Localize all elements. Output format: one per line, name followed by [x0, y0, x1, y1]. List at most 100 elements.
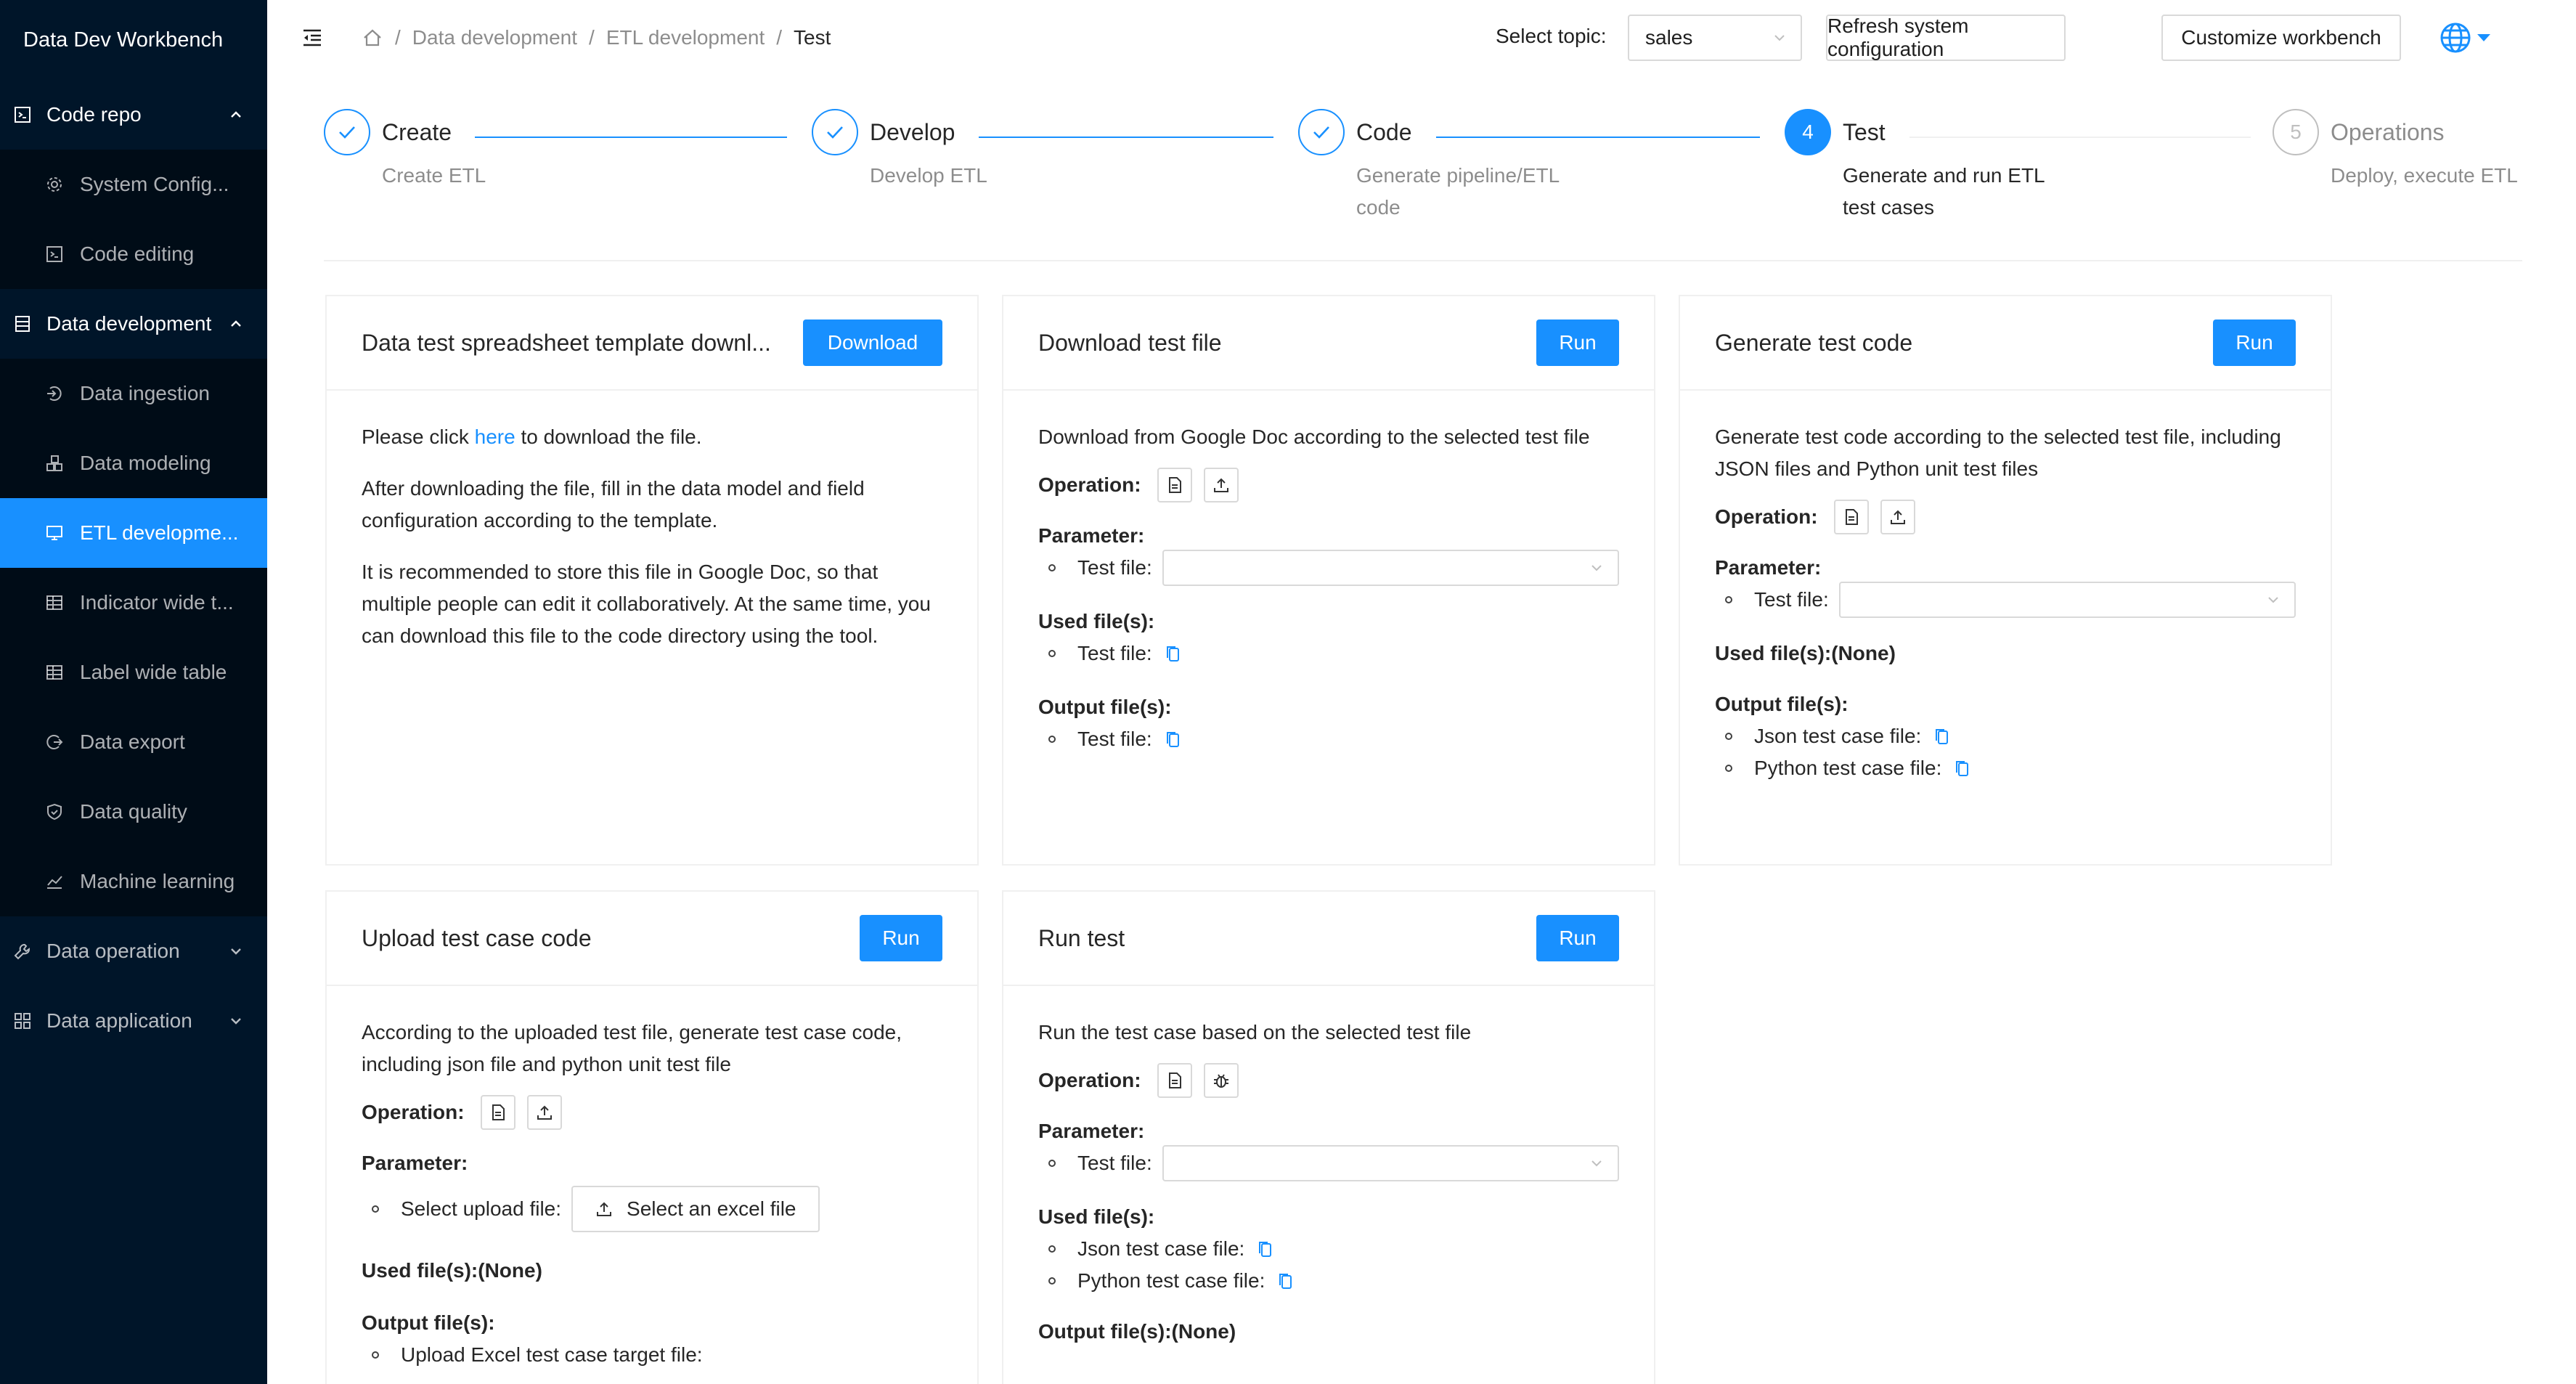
menu-group-data-operation[interactable]: Data operation — [0, 916, 267, 986]
upload-button[interactable] — [1880, 500, 1915, 534]
menu-group-code-repo[interactable]: Code repo — [0, 80, 267, 150]
card-header: Generate test code Run — [1680, 296, 2331, 391]
card-description: According to the uploaded test file, gen… — [362, 1021, 902, 1075]
copy-icon[interactable] — [1256, 1240, 1275, 1258]
operation-row: Operation: — [362, 1095, 942, 1130]
topic-label: Select topic: — [1496, 25, 1607, 47]
parameter-label: Parameter: — [1038, 1120, 1145, 1142]
code-icon — [15, 107, 30, 123]
copy-icon[interactable] — [1164, 644, 1183, 663]
home-icon[interactable] — [362, 27, 383, 49]
parameter-label: Parameter: — [362, 1152, 468, 1174]
step-title: Develop — [870, 119, 955, 145]
sidebar-item-code-editing[interactable]: Code editing — [0, 219, 267, 289]
sidebar-item-machine-learning[interactable]: Machine learning — [0, 847, 267, 916]
menu-group-data-application[interactable]: Data application — [0, 986, 267, 1056]
sidebar-item-label-wide-table[interactable]: Label wide table — [0, 638, 267, 707]
run-button[interactable]: Run — [1536, 915, 1619, 961]
used-file-label: Python test case file: — [1077, 1269, 1265, 1292]
customize-workbench-button[interactable]: Customize workbench — [2161, 15, 2401, 61]
file-view-button[interactable] — [1157, 468, 1192, 502]
sidebar-item-data-modeling[interactable]: Data modeling — [0, 428, 267, 498]
chevron-up-icon — [231, 111, 241, 118]
used-files-label: Used file(s): — [1038, 1205, 1155, 1228]
used-file-label: Json test case file: — [1077, 1237, 1245, 1260]
card-download-test-file: Download test file Run Download from Goo… — [1002, 295, 1655, 866]
file-icon — [1168, 1072, 1181, 1088]
card-body: Run the test case based on the selected … — [1003, 986, 1654, 1348]
topic-select[interactable]: sales — [1628, 15, 1802, 61]
chevron-down-icon — [231, 1018, 241, 1025]
sidebar-item-system-config[interactable]: System Config... — [0, 150, 267, 219]
run-button[interactable]: Run — [1536, 319, 1619, 366]
used-file-label: Test file: — [1077, 642, 1152, 664]
operation-row: Operation: — [1715, 500, 2296, 534]
output-file-label: Test file: — [1077, 728, 1152, 750]
card-run-test: Run test Run Run the test case based on … — [1002, 890, 1655, 1384]
sidebar-item-label: System Config... — [80, 173, 229, 195]
sidebar-item-label: ETL developme... — [80, 521, 239, 544]
menu-group-data-development[interactable]: Data development — [0, 289, 267, 359]
output-files-label: Output file(s): — [362, 1311, 495, 1334]
upload-button[interactable] — [526, 1095, 562, 1130]
globe-icon[interactable] — [2438, 20, 2473, 55]
app-title: Data Dev Workbench — [23, 28, 224, 52]
database-icon — [15, 316, 30, 332]
run-button[interactable]: Run — [2213, 319, 2296, 366]
sidebar-item-indicator-wide-table[interactable]: Indicator wide t... — [0, 568, 267, 638]
upload-icon — [537, 1105, 552, 1120]
sidebar-item-data-quality[interactable]: Data quality — [0, 777, 267, 847]
output-files-label: Output file(s):(None) — [1038, 1320, 1236, 1343]
check-icon — [827, 126, 843, 139]
export-icon — [46, 735, 63, 749]
test-file-select[interactable] — [1838, 582, 2296, 618]
output-files-label: Output file(s): — [1715, 693, 1849, 715]
caret-down-icon[interactable] — [2476, 32, 2492, 44]
instruction-text: Please click here to download the file. — [362, 426, 702, 448]
copy-icon[interactable] — [1276, 1271, 1295, 1290]
sidebar-item-data-ingestion[interactable]: Data ingestion — [0, 359, 267, 428]
card-title: Upload test case code — [362, 924, 592, 951]
card-description: Run the test case based on the selected … — [1038, 1021, 1472, 1043]
check-icon — [1313, 126, 1329, 139]
breadcrumb-item[interactable]: ETL development — [606, 26, 765, 49]
sidebar-item-data-export[interactable]: Data export — [0, 707, 267, 777]
menu-fold-icon[interactable] — [301, 26, 324, 49]
test-file-select[interactable] — [1162, 1145, 1619, 1181]
copy-icon[interactable] — [1164, 730, 1183, 749]
line-chart-icon — [47, 876, 62, 889]
refresh-config-button[interactable]: Refresh system configuration — [1826, 15, 2066, 61]
copy-icon[interactable] — [1953, 759, 1972, 778]
card-header: Data test spreadsheet template downl... … — [327, 296, 977, 391]
upload-icon — [1213, 478, 1228, 492]
breadcrumb-current: Test — [794, 26, 831, 49]
download-button[interactable]: Download — [803, 319, 942, 366]
file-view-button[interactable] — [480, 1095, 515, 1130]
chevron-down-icon — [2268, 597, 2278, 603]
select-excel-file-button[interactable]: Select an excel file — [571, 1186, 820, 1232]
upload-button[interactable] — [1203, 468, 1239, 502]
operation-label: Operation: — [362, 1101, 465, 1123]
step-connector — [979, 137, 1273, 138]
used-file-row: Json test case file: — [1038, 1233, 1619, 1265]
file-view-button[interactable] — [1157, 1063, 1192, 1098]
table-icon — [46, 665, 62, 680]
here-link[interactable]: here — [475, 426, 515, 448]
sidebar-item-etl-development[interactable]: ETL developme... — [0, 498, 267, 568]
test-file-label: Test file: — [1754, 588, 1829, 611]
copy-icon[interactable] — [1933, 727, 1952, 746]
used-file-row: Test file: — [1038, 638, 1619, 669]
file-view-button[interactable] — [1833, 500, 1869, 534]
run-button[interactable]: Run — [860, 915, 942, 961]
check-icon — [339, 126, 355, 139]
menu-group-label: Data development — [46, 312, 212, 335]
test-file-select[interactable] — [1162, 550, 1619, 586]
parameter-row: Test file: — [1038, 1145, 1619, 1181]
step-icon — [812, 109, 858, 155]
test-file-label: Test file: — [1077, 1152, 1152, 1174]
sidebar-item-label: Indicator wide t... — [80, 591, 234, 614]
step-icon — [1298, 109, 1345, 155]
debug-button[interactable] — [1203, 1063, 1239, 1098]
breadcrumb-item[interactable]: Data development — [412, 26, 577, 49]
chevron-down-icon — [231, 948, 241, 955]
